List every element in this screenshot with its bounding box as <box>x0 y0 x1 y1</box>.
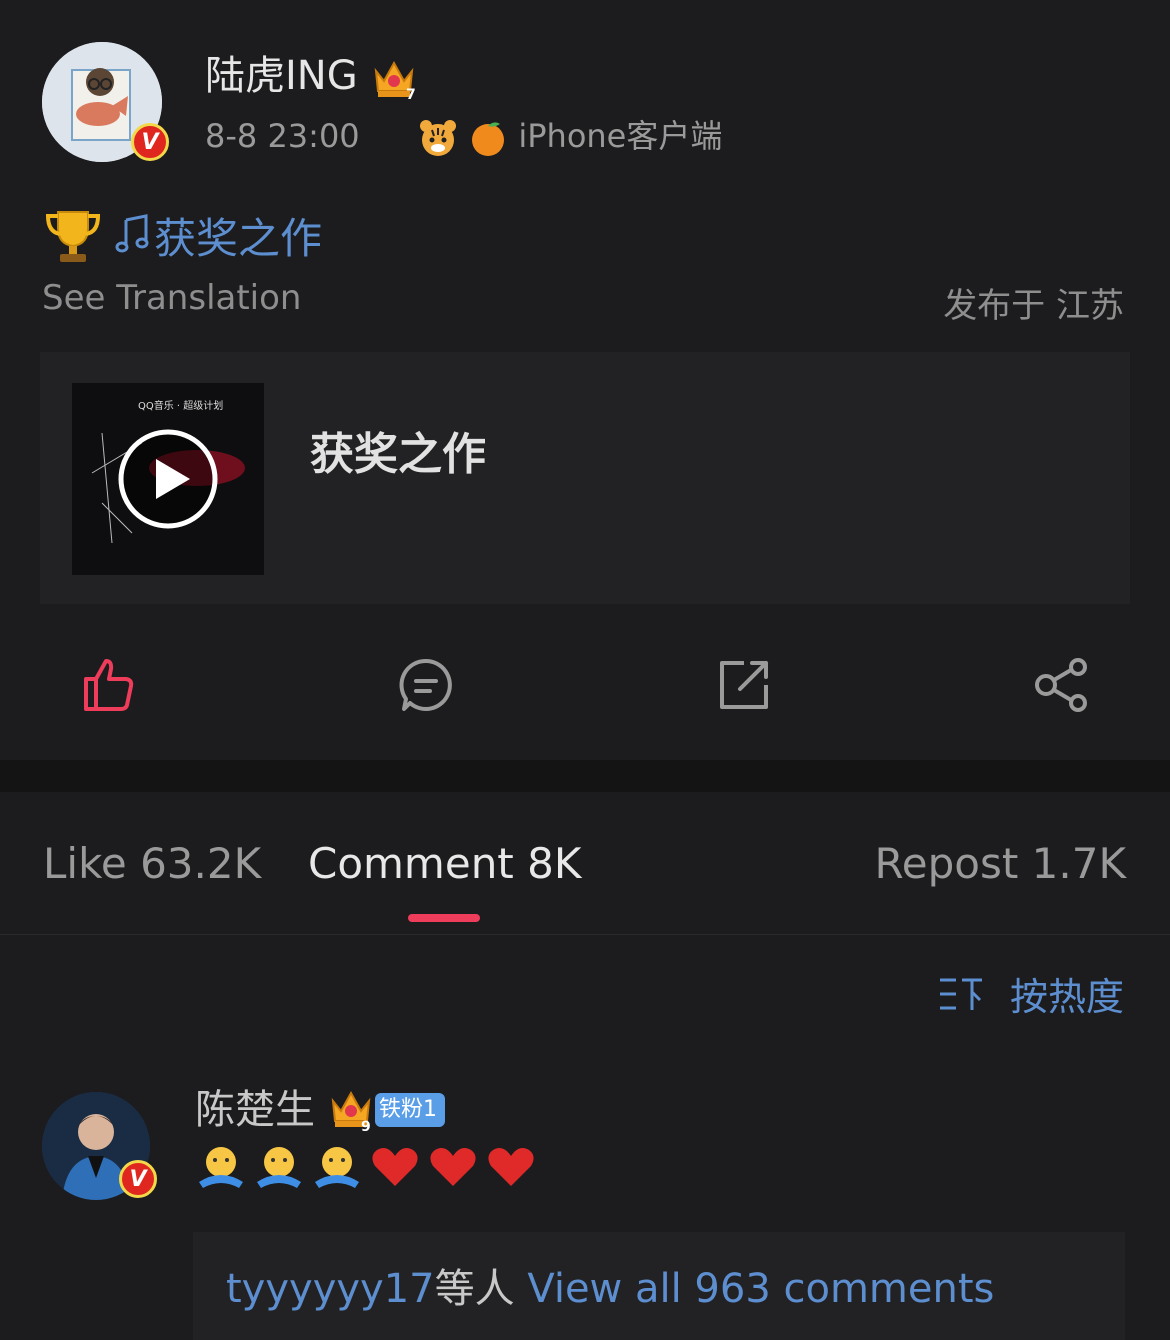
commenter-verified-badge-icon: V <box>119 1160 157 1198</box>
card-title[interactable]: 获奖之作 <box>310 418 486 482</box>
replies-middle-text: 等人 <box>434 1266 515 1312</box>
active-tab-indicator <box>408 914 480 922</box>
topic-link[interactable]: 获奖之作 <box>154 205 322 266</box>
heart-emoji-icon <box>372 1148 418 1186</box>
svg-text:7: 7 <box>406 87 416 101</box>
post-location: 发布于 江苏 <box>943 286 1124 326</box>
tabs-divider <box>0 934 1170 935</box>
comment-icon[interactable] <box>396 655 456 715</box>
heart-emoji-icon <box>430 1148 476 1186</box>
sort-control[interactable]: 按热度 <box>938 966 1124 1021</box>
music-note-icon <box>115 214 149 253</box>
repost-icon[interactable] <box>714 655 774 715</box>
trophy-emoji-icon <box>45 211 101 262</box>
tab-like[interactable]: Like 63.2K <box>43 838 261 890</box>
crown-level-number: 9 <box>361 1119 371 1133</box>
crown-level-badge-icon: 9 <box>331 1090 371 1133</box>
post-meta: 8-8 23:00 iPhone客户端 <box>205 115 722 158</box>
share-icon[interactable] <box>1032 655 1092 715</box>
author-name[interactable]: 陆虎ING <box>205 53 358 99</box>
heart-emoji-icon <box>488 1148 534 1186</box>
view-all-comments-link[interactable]: View all 963 comments <box>527 1266 994 1312</box>
commenter-row: 陈楚生 9 铁粉1 <box>195 1085 445 1135</box>
play-button-icon[interactable] <box>116 427 220 531</box>
fan-badge-label: 铁粉1 <box>379 1097 437 1122</box>
verified-badge-icon: V <box>131 123 169 161</box>
sort-label[interactable]: 按热度 <box>1010 966 1124 1021</box>
album-cover-brand: QQ音乐 · 超级计划 <box>138 399 223 412</box>
fan-badge: 铁粉1 <box>375 1093 445 1127</box>
reply-user-link[interactable]: tyyyyyy17 <box>226 1266 435 1312</box>
post-time: 8-8 23:00 <box>205 117 360 155</box>
see-translation-link[interactable]: See Translation <box>42 278 301 318</box>
post-source: iPhone客户端 <box>518 117 723 155</box>
crown-level-icon: 7 <box>375 60 416 101</box>
replies-summary[interactable]: tyyyyyy17等人 View all 963 comments <box>226 1256 994 1314</box>
comment-content <box>195 1142 537 1192</box>
hug-emoji-icon <box>315 1147 359 1188</box>
hug-emoji-icon <box>199 1147 243 1188</box>
author-name-row[interactable]: 陆虎ING 7 <box>205 52 418 101</box>
orange-emoji-icon <box>472 122 505 156</box>
thumbs-up-icon[interactable] <box>78 655 138 715</box>
post-content: 获奖之作 <box>42 200 322 270</box>
hug-emoji-icon <box>257 1147 301 1188</box>
commenter-name[interactable]: 陈楚生 <box>195 1085 315 1135</box>
sort-icon <box>939 978 982 1010</box>
tab-comment[interactable]: Comment 8K <box>308 838 581 890</box>
tab-repost[interactable]: Repost 1.7K <box>874 838 1126 890</box>
tiger-emoji-icon <box>420 120 456 156</box>
section-divider <box>0 760 1170 792</box>
